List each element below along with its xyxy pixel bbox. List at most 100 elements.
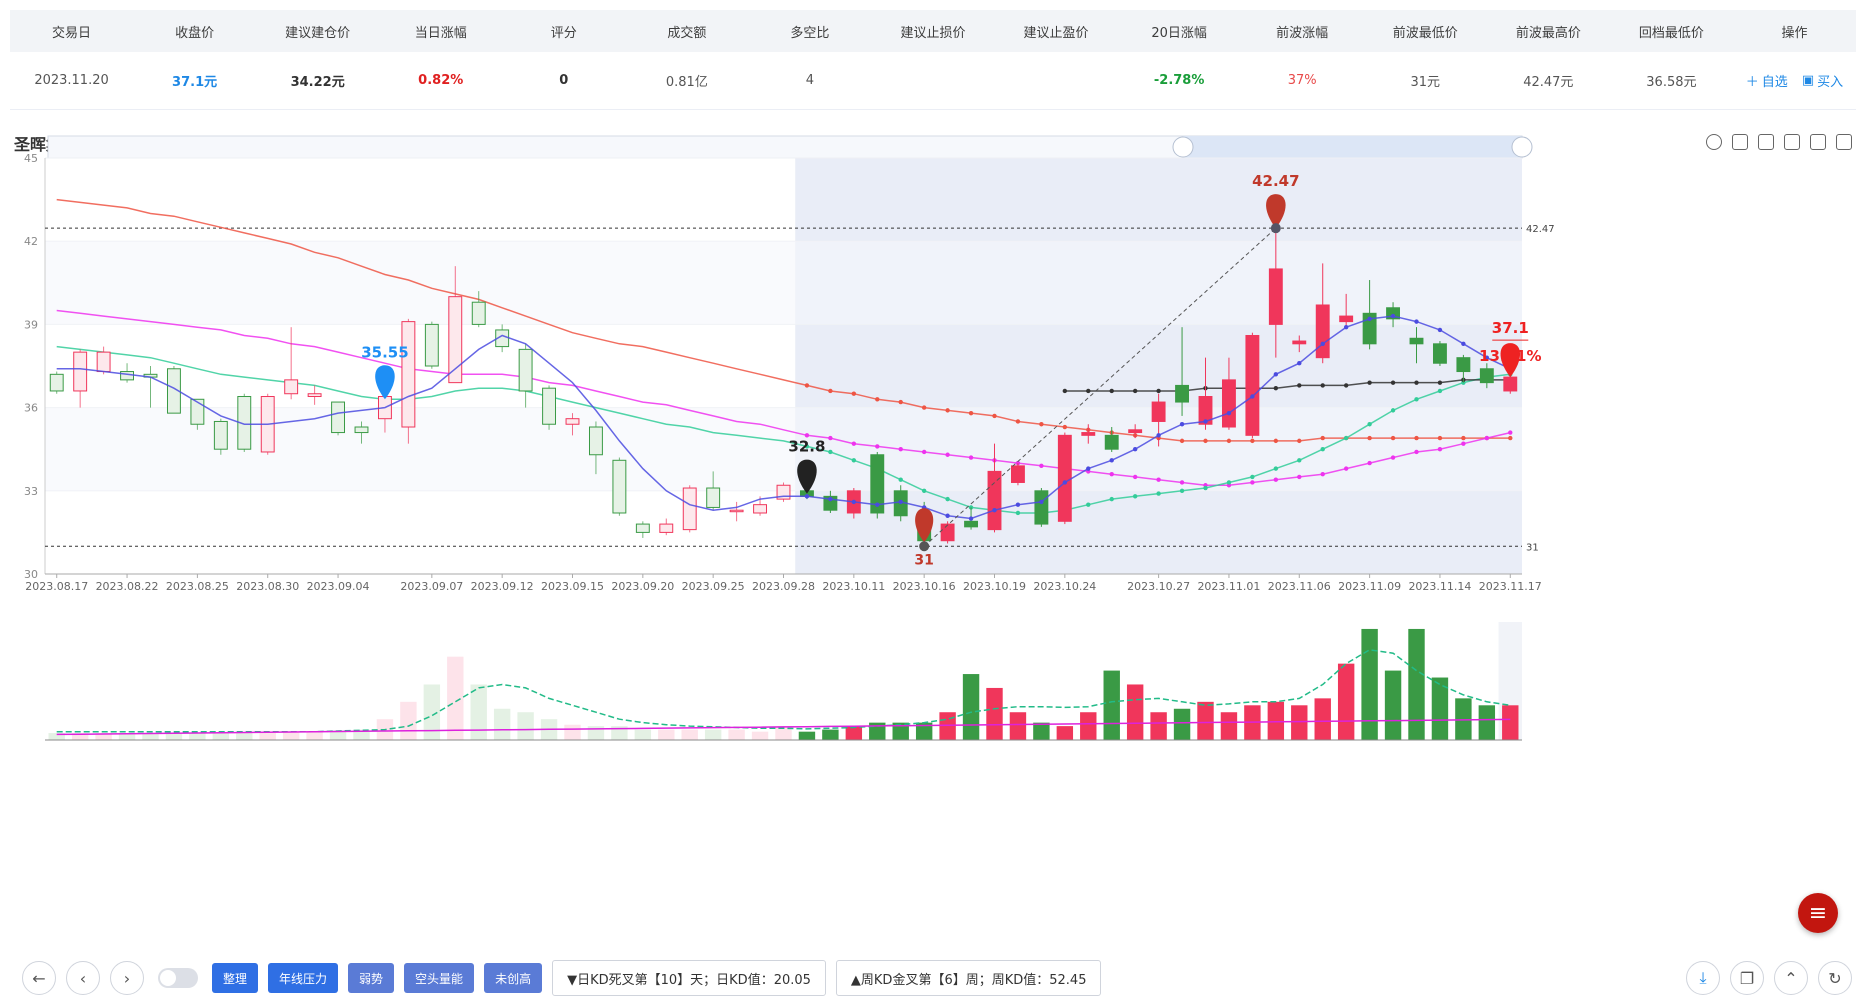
zoom-handle-left [1172, 136, 1194, 158]
ma18-line-point [1179, 488, 1185, 493]
volume-bar [1033, 722, 1050, 740]
ma5-line-point [1390, 313, 1396, 319]
tag-weak-button[interactable]: 弱势 [348, 963, 395, 993]
ma5-line-point [1156, 433, 1161, 438]
x-tick-label: 2023.10.11 [822, 580, 885, 593]
band [45, 241, 1522, 325]
ma63-line-point [1179, 438, 1185, 444]
candle-body [1315, 304, 1330, 359]
ma31-line-point [875, 444, 880, 449]
ma18-line-point [1437, 388, 1443, 394]
candle-body [284, 379, 299, 395]
volume-bar [658, 729, 675, 740]
copy-button[interactable]: ❐ [1730, 961, 1764, 995]
ma5-line-point [898, 499, 903, 505]
volume-bar [798, 731, 816, 740]
ma5-line-point [1250, 394, 1255, 399]
mode-toggle[interactable] [158, 968, 198, 988]
candle-body [565, 418, 580, 425]
volume-bar [1103, 670, 1120, 740]
ma18-line-point [1203, 485, 1208, 491]
x-tick-label: 2023.08.25 [166, 580, 229, 593]
candle-body [588, 426, 603, 456]
volume-bar [517, 712, 534, 740]
price-change-label: 13.11% [1479, 347, 1541, 365]
ma18-line-point [1250, 474, 1255, 480]
ma31-line-point [1414, 449, 1419, 455]
back-button[interactable]: ← [22, 961, 56, 995]
volume-bar [939, 712, 956, 740]
candle-body [1034, 490, 1049, 525]
scroll-top-button[interactable]: ⌃ [1774, 961, 1808, 995]
ma31-line-point [1437, 447, 1443, 452]
ma18-line-point [1156, 491, 1161, 496]
y-tick-label: 45 [24, 152, 38, 165]
ma5-line-point [1179, 422, 1185, 427]
volume-bar [236, 733, 253, 740]
ma31-line-point [1039, 463, 1044, 469]
ma5-line-point [1109, 458, 1114, 463]
candle-body [1432, 343, 1447, 364]
ma63-line-point [1508, 435, 1513, 441]
tag-consolidate-button[interactable]: 整理 [212, 963, 259, 993]
menu-fab-button[interactable]: ≡ [1798, 893, 1838, 933]
candle-body [1339, 315, 1354, 323]
ma31-line-point [898, 447, 903, 452]
candle-body [49, 373, 64, 392]
candle-body [120, 371, 135, 381]
volume-bar [704, 729, 722, 740]
volume-bar [306, 731, 323, 740]
ma31-line-point [1390, 455, 1396, 460]
candle-body [1479, 368, 1494, 384]
ma18-line-point [921, 488, 927, 493]
prev-button[interactable]: ‹ [66, 961, 100, 995]
ma250-line-point [1320, 383, 1325, 388]
ma5-line-point [1203, 419, 1208, 424]
chevron-right-icon: › [123, 968, 131, 988]
ma5-line-point [1461, 341, 1466, 347]
week-kd-info: ▲周KD金叉第【6】周；周KD值：52.45 [835, 960, 1102, 996]
volume-bar [1291, 705, 1308, 740]
volume-bar [1384, 670, 1402, 740]
ma18-line-point [1086, 502, 1091, 507]
tag-no-new-high-button[interactable]: 未创高 [484, 963, 543, 993]
ma18-line-point [1273, 466, 1279, 471]
volume-bar [447, 656, 464, 740]
ma5-line-point [1062, 480, 1068, 485]
candle-body [1503, 376, 1518, 392]
volume-bar [681, 729, 698, 740]
ma5-line-point [1367, 316, 1372, 322]
candle-body [753, 504, 768, 514]
reload-button[interactable]: ↻ [1818, 961, 1852, 995]
volume-bar [1408, 628, 1425, 740]
next-button[interactable]: › [110, 961, 144, 995]
kline-chart[interactable]: 4542393633302023.08.17 2023.08.22 2023.08.… [0, 0, 1866, 996]
ma5-line-point [1320, 341, 1325, 347]
ma63-line-point [1273, 438, 1279, 444]
candle-body [73, 351, 88, 392]
zoom-slider-range [1183, 136, 1522, 158]
ma63-line-point [945, 408, 950, 413]
volume-bar [822, 729, 839, 740]
price-marker-label: 32.8 [788, 438, 825, 456]
volume-bar [986, 687, 1003, 740]
ma63-line-point [968, 410, 974, 416]
ma31-line-point [945, 452, 950, 457]
ma18-line-point [898, 477, 903, 482]
ma5-line-point [1086, 466, 1091, 471]
tag-annual-pressure-button[interactable]: 年线压力 [268, 963, 339, 993]
ma63-line-point [1297, 438, 1302, 444]
download-button[interactable]: ⤓ [1686, 961, 1720, 995]
candle-body [331, 401, 346, 434]
candle-body [635, 523, 650, 533]
ma31-line-point [921, 449, 927, 455]
ma31-line-point [1273, 477, 1279, 482]
volume-bar [212, 733, 230, 740]
volume-bar [1080, 712, 1097, 740]
tag-bear-volume-button[interactable]: 空头量能 [404, 963, 475, 993]
ma18-line-point [1414, 397, 1419, 402]
ma250-line-point [1156, 388, 1161, 394]
ma31-line-point [828, 435, 833, 441]
price-marker-pin [375, 365, 395, 400]
x-tick-label: 2023.09.04 [307, 580, 370, 593]
